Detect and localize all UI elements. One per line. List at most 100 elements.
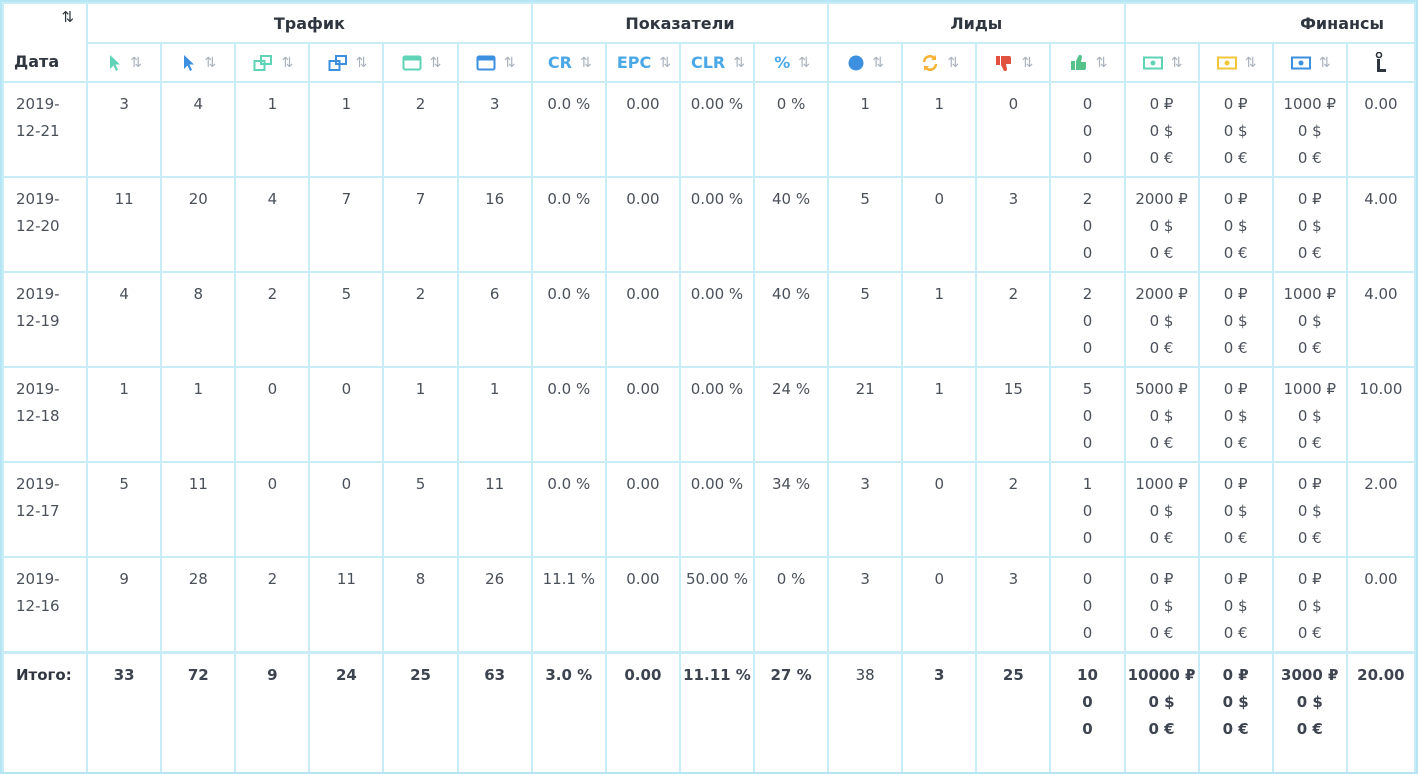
leads-rejected-column-header[interactable]: ⇅ [975,42,1052,83]
cell-line: 1 [1082,475,1093,493]
leads-rejected-cell: 3 [975,556,1052,654]
cell-line: 0 $ [1297,122,1322,140]
percent-column-header[interactable]: % ⇅ [753,42,830,83]
cell-line: 0 € [1149,244,1174,262]
sort-icon[interactable]: ⇅ [356,55,368,71]
finance-2-cell: 0 ₽ 0 $ 0 € [1197,81,1274,178]
sort-icon[interactable]: ⇅ [130,55,142,71]
windows-column-header[interactable]: ⇅ [234,42,311,83]
unique-clicks-cell: 11 [160,461,237,558]
percent-cell: 24 % [753,366,830,463]
unique-window-column-header[interactable]: ⇅ [456,42,533,83]
clr-cell: 0.00 % [678,366,756,463]
leads-processing-column-header[interactable]: ⇅ [901,42,978,83]
sort-icon[interactable]: ⇅ [1171,55,1183,71]
percent-cell: 40 % [753,176,830,273]
unique-windows-column-header[interactable]: ⇅ [308,42,385,83]
leads-rejected-cell: 3 [975,176,1052,273]
sort-icon[interactable]: ⇅ [1245,55,1257,71]
window-column-header[interactable]: ⇅ [382,42,459,83]
cell-line: 0 [1082,312,1093,330]
money-icon [1290,56,1311,70]
sort-icon[interactable]: ⇅ [504,55,516,71]
leads-approved-cell: 2 0 0 [1049,271,1126,368]
cr-column-header[interactable]: CR ⇅ [530,42,607,83]
group-metrics-header: Показатели [530,2,830,44]
window-total: 25 [382,651,459,772]
cell-line: 0 $ [1297,502,1322,520]
sort-icon[interactable]: ⇅ [281,55,293,71]
unique-windows-cell: 0 [308,461,385,558]
windows-cell: 0 [234,461,311,558]
table-row: 2019- 12-18 1 1 0 0 1 1 0.0 % 0.00 0.00 % 24 % 21 1 15… [2,366,1416,463]
sort-icon[interactable]: ⇅ [430,55,442,71]
sort-icon[interactable]: ⇅ [1021,55,1033,71]
sort-icon[interactable]: ⇅ [5,5,85,26]
epc-cell: 0.00 [604,81,681,178]
unique-window-cell: 3 [456,81,533,178]
sort-icon[interactable]: ⇅ [659,55,671,71]
unique-clicks-total: 72 [160,651,237,772]
sort-icon[interactable]: ⇅ [947,55,959,71]
finance-3-cell: 1000 ₽ 0 $ 0 € [1271,81,1348,178]
finance-2-column-header[interactable]: ⇅ [1197,42,1274,83]
clicks-column-header[interactable]: ⇅ [86,42,163,83]
clicks-cell: 5 [86,461,163,558]
finance-1-cell: 2000 ₽ 0 $ 0 € [1123,176,1200,273]
cell-line: 0 $ [1223,502,1248,520]
sort-icon[interactable]: ⇅ [1319,55,1331,71]
cell-line: 10000 ₽ [1127,666,1196,684]
sort-icon[interactable]: ⇅ [733,55,745,71]
unique-windows-cell: 11 [308,556,385,654]
unique-windows-cell: 5 [308,271,385,368]
finance-1-column-header[interactable]: ⇅ [1123,42,1200,83]
windows-cell: 4 [234,176,311,273]
finance-1-cell: 1000 ₽ 0 $ 0 € [1123,461,1200,558]
leads-approved-cell: 5 0 0 [1049,366,1126,463]
percent-cell: 34 % [753,461,830,558]
sort-icon[interactable]: ⇅ [204,55,216,71]
unique-clicks-column-header[interactable]: ⇅ [160,42,237,83]
leads-total-cell: 21 [827,366,904,463]
cell-line: 0 ₽ [1297,570,1322,588]
cell-line: 2000 ₽ [1135,190,1188,208]
leads-approved-total: 10 0 0 [1049,651,1126,772]
sort-icon[interactable]: ⇅ [798,55,810,71]
person-icon [1375,51,1387,74]
leads-approved-column-header[interactable]: ⇅ [1049,42,1126,83]
cell-line: 0 ₽ [1223,570,1248,588]
cell-line: 0 € [1148,720,1175,738]
leads-total-cell: 5 [827,271,904,368]
cell-line: 0 $ [1297,407,1322,425]
windows-cell: 0 [234,366,311,463]
clr-column-header[interactable]: CLR ⇅ [678,42,756,83]
date-part: 2019- [16,190,60,208]
finance-1-cell: 0 ₽ 0 $ 0 € [1123,556,1200,654]
cell-line: 0 $ [1297,217,1322,235]
epc-column-header[interactable]: EPC ⇅ [604,42,681,83]
date-part: 2019- [16,380,60,398]
sort-icon[interactable]: ⇅ [580,55,592,71]
clr-cell: 0.00 % [678,461,756,558]
cell-line: 0 $ [1223,312,1248,330]
finance-4-cell: 4.00 [1345,271,1416,368]
clicks-total: 33 [86,651,163,772]
finance-4-column-header[interactable] [1345,42,1416,83]
sort-icon[interactable]: ⇅ [872,55,884,71]
percent-cell: 0 % [753,81,830,178]
unique-windows-cell: 7 [308,176,385,273]
group-finance-header: Финансы [1123,2,1416,44]
unique-windows-cell: 0 [308,366,385,463]
sort-icon[interactable]: ⇅ [1096,55,1108,71]
cell-line: 0 ₽ [1223,190,1248,208]
cr-total: 3.0 % [530,651,607,772]
date-column-header[interactable]: ⇅ Дата [2,2,89,83]
cell-line: 0 ₽ [1222,666,1249,684]
leads-total-column-header[interactable]: ⇅ [827,42,904,83]
finance-3-column-header[interactable]: ⇅ [1271,42,1348,83]
window-cell: 1 [382,366,459,463]
clicks-cell: 3 [86,81,163,178]
window-icon [402,55,422,71]
epc-total: 0.00 [604,651,681,772]
cell-line: 0 € [1149,149,1174,167]
